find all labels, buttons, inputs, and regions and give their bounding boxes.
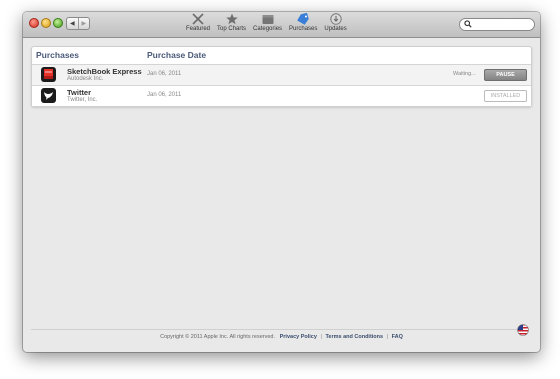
table-row[interactable]: SketchBook Express Autodesk Inc. Jan 06,…	[32, 65, 531, 86]
twitter-app-icon[interactable]	[41, 88, 56, 103]
table-row[interactable]: Twitter Twitter, Inc. Jan 06, 2011 INSTA…	[32, 86, 531, 106]
sketchbook-app-icon[interactable]	[41, 67, 56, 82]
forward-button[interactable]: ▶	[77, 18, 90, 29]
tab-label: Top Charts	[217, 26, 247, 32]
footer: Copyright © 2011 Apple Inc. All rights r…	[23, 334, 540, 340]
back-forward-control: ◀ ▶	[66, 17, 90, 30]
search-icon	[464, 20, 472, 28]
installed-button: INSTALLED	[484, 90, 527, 102]
purchase-date: Jan 06, 2011	[147, 71, 182, 77]
purchases-table: Purchases Purchase Date SketchBook Expre…	[31, 46, 532, 107]
us-flag-icon[interactable]	[517, 324, 529, 336]
app-store-window: ◀ ▶ Featured Top Charts Categories Purch…	[23, 12, 540, 352]
star-icon	[225, 13, 238, 25]
forward-arrow-icon: ▶	[81, 21, 87, 27]
column-header-purchases[interactable]: Purchases	[36, 50, 79, 60]
back-arrow-icon: ◀	[69, 21, 75, 27]
app-name[interactable]: SketchBook Express	[67, 67, 142, 76]
table-header: Purchases Purchase Date	[32, 47, 531, 65]
separator: |	[386, 334, 389, 340]
back-button[interactable]: ◀	[67, 18, 78, 29]
featured-icon	[192, 13, 204, 25]
tab-top-charts[interactable]: Top Charts	[217, 13, 246, 37]
purchases-tag-icon	[297, 13, 309, 25]
footer-divider	[31, 329, 517, 330]
categories-icon	[262, 15, 274, 24]
search-field[interactable]	[459, 18, 535, 31]
tab-purchases[interactable]: Purchases	[289, 13, 317, 37]
toolbar-tabs: Featured Top Charts Categories Purchases…	[186, 13, 354, 37]
tab-label: Updates	[324, 26, 347, 32]
tab-categories[interactable]: Categories	[253, 13, 282, 37]
faq-link[interactable]: FAQ	[392, 334, 403, 340]
terms-and-conditions-link[interactable]: Terms and Conditions	[325, 334, 383, 340]
tab-featured[interactable]: Featured	[186, 13, 210, 37]
app-developer: Twitter, Inc.	[67, 97, 98, 103]
updates-download-icon	[329, 13, 342, 25]
app-developer: Autodesk Inc.	[67, 76, 104, 82]
tab-label: Categories	[253, 26, 283, 32]
separator: |	[320, 334, 322, 340]
purchase-date: Jan 06, 2011	[147, 92, 182, 98]
pause-button[interactable]: PAUSE	[484, 69, 527, 81]
privacy-policy-link[interactable]: Privacy Policy	[280, 334, 317, 340]
minimize-window-button[interactable]	[41, 18, 51, 28]
close-window-button[interactable]	[29, 18, 39, 28]
tab-label: Purchases	[289, 26, 318, 32]
tab-label: Featured	[186, 26, 211, 32]
copyright-text: Copyright © 2011 Apple Inc. All rights r…	[160, 334, 276, 340]
download-status: Waiting...	[453, 71, 476, 77]
app-name[interactable]: Twitter	[67, 88, 91, 97]
zoom-window-button[interactable]	[53, 18, 63, 28]
tab-updates[interactable]: Updates	[324, 13, 347, 37]
toolbar: ◀ ▶ Featured Top Charts Categories Purch…	[23, 12, 540, 38]
column-header-purchase-date[interactable]: Purchase Date	[147, 50, 206, 60]
